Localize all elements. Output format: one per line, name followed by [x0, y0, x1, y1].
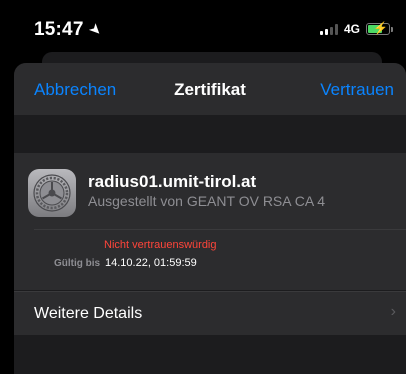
divider [34, 229, 406, 230]
certificate-sheet: Abbrechen Zertifikat Vertrauen radius01.… [14, 63, 406, 374]
status-time: 15:47 ➤ [34, 19, 105, 41]
certificate-issuer: Ausgestellt von GEANT OV RSA CA 4 [88, 193, 326, 209]
location-arrow-icon: ➤ [86, 20, 105, 39]
valid-until-value: 14.10.22, 01:59:59 [105, 257, 197, 269]
valid-until-label: Gültig bis [54, 258, 101, 269]
more-details-label: Weitere Details [34, 305, 143, 322]
chevron-right-icon: › [390, 303, 396, 320]
clock-text: 15:47 [34, 19, 84, 40]
more-details-row[interactable]: Weitere Details › [14, 291, 406, 335]
trust-button[interactable]: Vertrauen [320, 80, 394, 100]
battery-icon: ⚡ [366, 21, 393, 35]
status-indicators: 4G ⚡ [319, 21, 393, 36]
status-bar: 15:47 ➤ 4G ⚡ [0, 0, 406, 56]
signal-strength-icon [319, 23, 338, 35]
navigation-bar: Abbrechen Zertifikat Vertrauen [14, 63, 406, 115]
charging-bolt-icon: ⚡ [373, 21, 388, 35]
certificate-name: radius01.umit-tirol.at [88, 172, 257, 191]
gear-icon [28, 169, 76, 217]
trust-status: Nicht vertrauenswürdig [104, 239, 217, 251]
network-type: 4G [343, 22, 360, 36]
certificate-card: radius01.umit-tirol.at Ausgestellt von G… [14, 153, 406, 290]
